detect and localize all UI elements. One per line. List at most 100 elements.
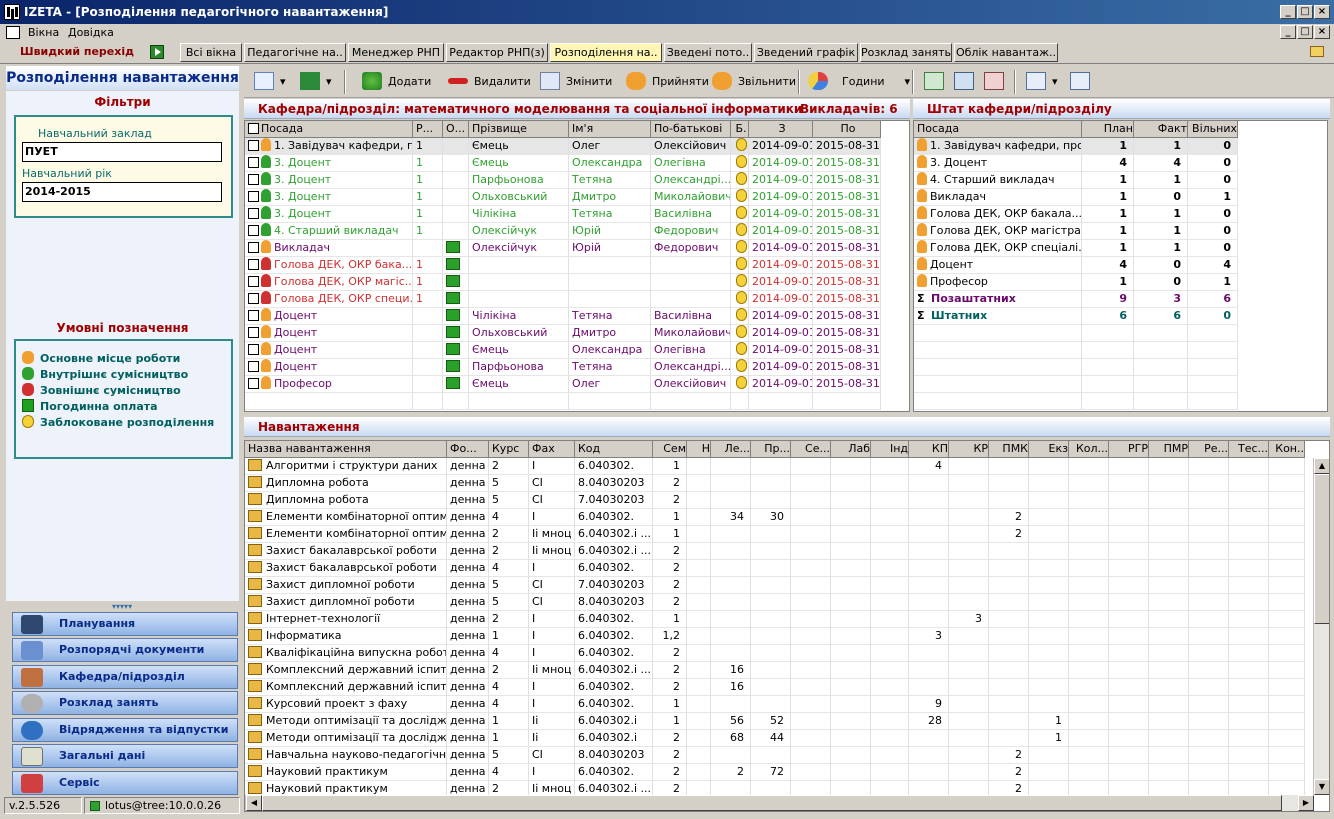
table-cell[interactable] — [791, 764, 831, 781]
table-cell[interactable] — [1109, 764, 1149, 781]
table-cell[interactable] — [1029, 679, 1069, 696]
column-header[interactable]: По — [813, 121, 881, 138]
table-row[interactable]: Елементи комбінаторної оптимізі...денна 2… — [245, 526, 1305, 543]
accept-button[interactable]: Прийняти — [626, 71, 709, 93]
table-row[interactable]: 3. Доцент 1 Ємець Олександра Олегівна 2014-09… — [245, 155, 881, 172]
table-cell[interactable] — [1269, 645, 1305, 662]
table-cell[interactable]: 2015-08-31 — [813, 155, 881, 172]
table-row[interactable]: Σ Позаштатних 9 3 6 — [914, 291, 1238, 308]
table-cell[interactable] — [791, 713, 831, 730]
load-table[interactable]: Назва навантаження Фо... Курс Фах Код Сем Н Ле.… — [244, 440, 1330, 812]
table-cell[interactable] — [413, 376, 443, 393]
table-cell[interactable]: Захист дипломної роботи — [245, 594, 447, 611]
table-cell[interactable]: 1 — [413, 189, 443, 206]
table-cell[interactable] — [1189, 747, 1229, 764]
table-row[interactable]: 1. Завідувач кафедри, п... 1 Ємець Олег Олек… — [245, 138, 881, 155]
table-row[interactable]: Доцент Чілікіна Тетяна Василівна 2014-09-01 2… — [245, 308, 881, 325]
nav-trips[interactable]: Відрядження та відпустки — [12, 718, 238, 742]
table-cell[interactable]: Науковий практикум — [245, 764, 447, 781]
table-cell[interactable]: Ольховський — [469, 325, 569, 342]
table-cell[interactable]: денна — [447, 611, 489, 628]
table-cell[interactable] — [1229, 577, 1269, 594]
table-cell[interactable] — [711, 577, 751, 594]
table-cell[interactable] — [751, 458, 791, 475]
table-cell[interactable] — [1229, 679, 1269, 696]
table-cell[interactable] — [413, 308, 443, 325]
table-cell[interactable]: 3. Доцент — [245, 189, 413, 206]
table-cell[interactable]: Доцент — [245, 342, 413, 359]
column-header[interactable]: Н — [687, 441, 711, 458]
table-cell[interactable] — [711, 543, 751, 560]
table-cell[interactable] — [687, 458, 711, 475]
table-cell[interactable]: 1 — [413, 206, 443, 223]
table-cell[interactable] — [731, 342, 749, 359]
table-cell[interactable]: 4 — [489, 679, 529, 696]
table-cell[interactable]: 34 — [711, 509, 751, 526]
table-cell[interactable]: 0 — [1188, 223, 1238, 240]
table-cell[interactable] — [687, 509, 711, 526]
table-cell[interactable] — [569, 274, 651, 291]
table-cell[interactable] — [831, 662, 871, 679]
row-checkbox[interactable] — [248, 157, 259, 168]
column-header[interactable]: Кол... — [1069, 441, 1109, 458]
table-cell[interactable] — [909, 611, 949, 628]
table-cell[interactable] — [1229, 730, 1269, 747]
table-cell[interactable] — [1149, 730, 1189, 747]
table-cell[interactable]: 5 — [489, 747, 529, 764]
table-cell[interactable] — [1229, 662, 1269, 679]
table-cell[interactable] — [909, 594, 949, 611]
scroll-thumb[interactable] — [1314, 474, 1329, 624]
table-cell[interactable] — [1109, 509, 1149, 526]
table-cell[interactable] — [831, 645, 871, 662]
table-cell[interactable]: 6.040302. — [575, 679, 653, 696]
table-cell[interactable] — [831, 509, 871, 526]
table-cell[interactable] — [443, 240, 469, 257]
table-cell[interactable] — [1189, 594, 1229, 611]
table-cell[interactable] — [751, 628, 791, 645]
table-cell[interactable] — [569, 291, 651, 308]
table-cell[interactable] — [711, 594, 751, 611]
table-cell[interactable] — [751, 577, 791, 594]
table-cell[interactable] — [751, 492, 791, 509]
table-cell[interactable] — [831, 492, 871, 509]
table-cell[interactable] — [1269, 458, 1305, 475]
column-header[interactable]: План — [1082, 121, 1134, 138]
table-cell[interactable]: денна — [447, 764, 489, 781]
table-cell[interactable]: 2015-08-31 — [813, 274, 881, 291]
table-row[interactable]: Голова ДЕК, ОКР бакала... 1 1 0 — [914, 206, 1238, 223]
row-checkbox[interactable] — [248, 242, 259, 253]
table-cell[interactable]: 16 — [711, 679, 751, 696]
table-cell[interactable] — [949, 696, 989, 713]
table-cell[interactable] — [731, 155, 749, 172]
table-cell[interactable] — [831, 526, 871, 543]
table-cell[interactable] — [949, 492, 989, 509]
tab-rnp-editor[interactable]: Редактор РНП(з) — [446, 43, 548, 62]
table-cell[interactable]: Юрій — [569, 240, 651, 257]
table-cell[interactable]: 2 — [653, 560, 687, 577]
table-cell[interactable]: СІ — [529, 475, 575, 492]
table-cell[interactable] — [1189, 730, 1229, 747]
table-cell[interactable] — [413, 359, 443, 376]
table-cell[interactable] — [791, 594, 831, 611]
table-cell[interactable]: 1 — [1082, 189, 1134, 206]
table-cell[interactable] — [687, 764, 711, 781]
table-cell[interactable] — [1269, 696, 1305, 713]
maximize-button[interactable]: □ — [1297, 5, 1313, 19]
column-header[interactable]: Фо... — [447, 441, 489, 458]
table-cell[interactable] — [791, 577, 831, 594]
add-button[interactable]: Додати — [362, 71, 431, 93]
table-cell[interactable]: 5 — [489, 475, 529, 492]
tab-load-accounting[interactable]: Облік навантаж.. — [954, 43, 1058, 62]
table-row[interactable]: Доцент 4 0 4 — [914, 257, 1238, 274]
table-cell[interactable] — [989, 662, 1029, 679]
table-cell[interactable] — [687, 645, 711, 662]
table-cell[interactable] — [1269, 509, 1305, 526]
table-cell[interactable] — [1029, 764, 1069, 781]
table-cell[interactable] — [731, 274, 749, 291]
table-cell[interactable] — [443, 308, 469, 325]
table-cell[interactable] — [469, 291, 569, 308]
table-cell[interactable] — [1109, 662, 1149, 679]
table-cell[interactable]: 2015-08-31 — [813, 206, 881, 223]
table-cell[interactable]: І — [529, 458, 575, 475]
table-cell[interactable] — [1069, 679, 1109, 696]
